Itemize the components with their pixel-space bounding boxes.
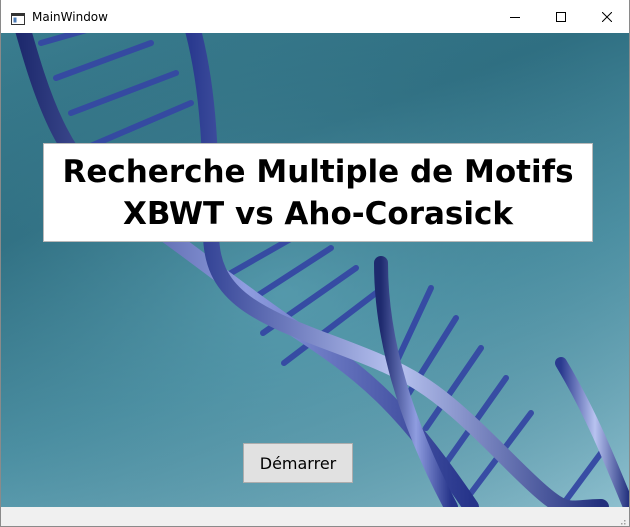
maximize-button[interactable] <box>538 0 584 33</box>
title-line-1: Recherche Multiple de Motifs <box>62 153 574 190</box>
main-window: MainWindow Recherche Multiple de Motifs … <box>0 0 630 527</box>
dna-helix-image <box>1 33 629 507</box>
window-app-icon <box>11 10 25 25</box>
maximize-icon <box>556 11 566 22</box>
title-panel: Recherche Multiple de Motifs XBWT vs Aho… <box>43 143 593 242</box>
close-icon <box>602 11 612 22</box>
status-bar <box>1 507 629 526</box>
close-button[interactable] <box>584 0 629 33</box>
size-grip-icon[interactable] <box>616 513 626 525</box>
title-bar[interactable]: MainWindow <box>1 0 629 33</box>
title-line-2: XBWT vs Aho-Corasick <box>123 195 513 232</box>
dna-background: Recherche Multiple de Motifs XBWT vs Aho… <box>1 33 629 507</box>
window-title: MainWindow <box>32 10 108 24</box>
minimize-button[interactable] <box>492 0 538 33</box>
minimize-icon <box>510 12 520 22</box>
start-button[interactable]: Démarrer <box>243 443 353 483</box>
